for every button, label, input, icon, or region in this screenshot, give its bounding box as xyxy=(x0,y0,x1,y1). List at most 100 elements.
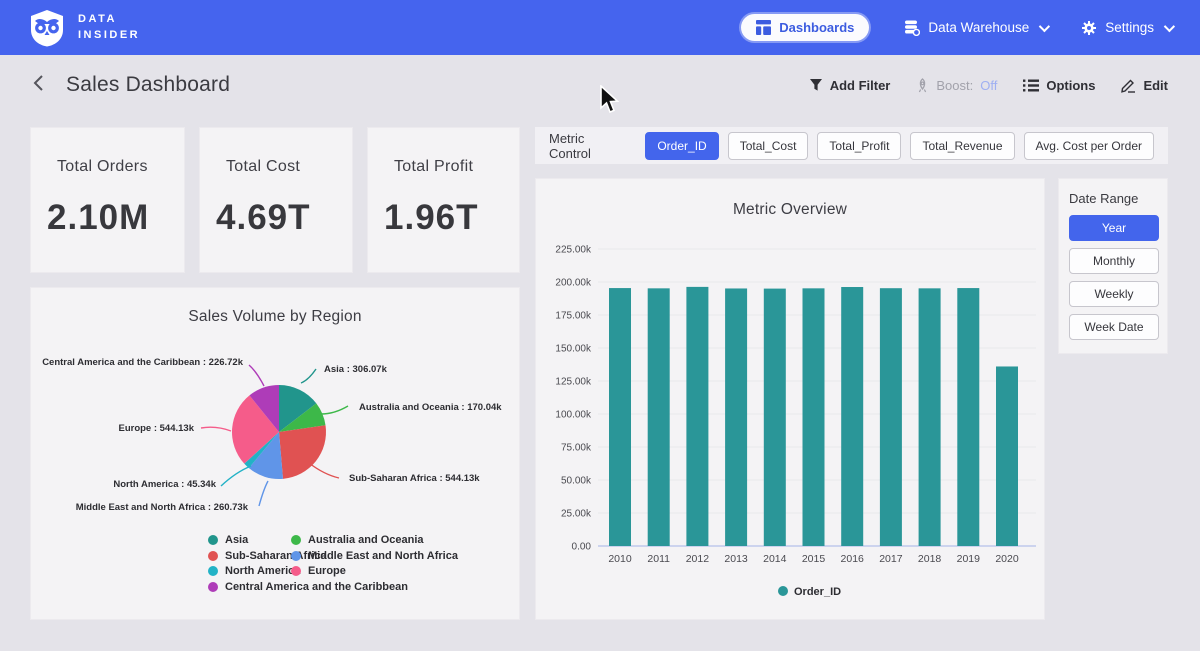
metric-option-total-profit[interactable]: Total_Profit xyxy=(817,132,901,160)
pie-callout-label-middle-east-and-north-africa: Middle East and North Africa : 260.73k xyxy=(76,502,248,513)
x-axis-tick-label: 2011 xyxy=(647,553,670,565)
pie-slice-sub-saharan-africa[interactable] xyxy=(279,425,326,479)
bar-2013[interactable] xyxy=(725,288,747,546)
database-icon xyxy=(903,19,920,36)
bar-chart-title: Metric Overview xyxy=(536,201,1044,219)
page-title: Sales Dashboard xyxy=(66,73,230,97)
chevron-down-icon xyxy=(1164,20,1175,31)
pie-callout-label-north-america: North America : 45.34k xyxy=(113,479,216,490)
pie-callout-line xyxy=(301,369,316,383)
date-option-week-date[interactable]: Week Date xyxy=(1069,314,1159,340)
kpi-card-total-cost: Total Cost 4.69T xyxy=(199,127,353,273)
bar-2017[interactable] xyxy=(880,288,902,546)
boost-state: Off xyxy=(980,78,997,93)
x-axis-tick-label: 2020 xyxy=(995,553,1019,565)
bar-2016[interactable] xyxy=(841,287,863,546)
nav-settings-menu[interactable]: Settings xyxy=(1081,20,1172,36)
y-axis-tick-label: 150.00k xyxy=(555,344,592,355)
add-filter-label: Add Filter xyxy=(830,78,891,93)
brand-line1: DATA xyxy=(78,12,140,28)
bar-2018[interactable] xyxy=(919,288,941,546)
y-axis-tick-label: 25.00k xyxy=(561,509,592,520)
bar-2020[interactable] xyxy=(996,366,1018,546)
edit-button[interactable]: Edit xyxy=(1121,78,1168,93)
pie-legend-item-central-america-and-the-caribbean: Central America and the Caribbean xyxy=(208,581,408,593)
x-axis-tick-label: 2019 xyxy=(957,553,981,565)
legend-dot xyxy=(208,566,218,576)
legend-label: Europe xyxy=(308,565,346,577)
kpi-value: 1.96T xyxy=(384,198,503,238)
brand: DATA INSIDER xyxy=(28,9,140,47)
back-button[interactable] xyxy=(32,74,44,96)
x-axis-tick-label: 2018 xyxy=(918,553,942,565)
bar-2015[interactable] xyxy=(803,288,825,546)
boost-label: Boost: xyxy=(936,78,973,93)
pie-legend-item-north-america: North America xyxy=(208,565,300,577)
nav-dashboards-button[interactable]: Dashboards xyxy=(741,14,869,41)
chevron-down-icon xyxy=(1039,20,1050,31)
metric-option-order-id[interactable]: Order_ID xyxy=(645,132,718,160)
legend-dot xyxy=(208,582,218,592)
edit-pencil-icon xyxy=(1121,78,1136,93)
boost-toggle[interactable]: Boost: Off xyxy=(916,78,997,93)
boost-rocket-icon xyxy=(916,78,929,93)
legend-label: Australia and Oceania xyxy=(308,534,424,546)
kpi-card-total-orders: Total Orders 2.10M xyxy=(30,127,185,273)
kpi-value: 2.10M xyxy=(47,198,168,238)
filter-funnel-icon xyxy=(809,78,823,92)
date-range-label: Date Range xyxy=(1069,191,1157,206)
pie-callout-line xyxy=(309,463,339,478)
dashboards-grid-icon xyxy=(756,20,771,35)
pie-legend-item-australia-and-oceania: Australia and Oceania xyxy=(291,534,424,546)
options-list-icon xyxy=(1023,79,1039,92)
kpi-label: Total Orders xyxy=(57,158,168,176)
metric-option-total-revenue[interactable]: Total_Revenue xyxy=(910,132,1014,160)
legend-dot xyxy=(778,586,788,596)
bar-chart: 225.00k200.00k175.00k150.00k125.00k100.0… xyxy=(536,219,1044,619)
x-axis-tick-label: 2017 xyxy=(879,553,903,565)
pie-callout-label-asia: Asia : 306.07k xyxy=(324,364,387,375)
pie-legend-item-asia: Asia xyxy=(208,534,248,546)
x-axis-tick-label: 2010 xyxy=(608,553,632,565)
metric-overview-panel: Metric Overview 225.00k200.00k175.00k150… xyxy=(535,178,1045,620)
date-option-monthly[interactable]: Monthly xyxy=(1069,248,1159,274)
bar-2019[interactable] xyxy=(957,288,979,546)
metric-control-bar: Metric Control Order_ID Total_Cost Total_P… xyxy=(535,127,1168,164)
y-axis-tick-label: 225.00k xyxy=(555,245,592,256)
nav-settings-label: Settings xyxy=(1105,20,1154,35)
options-button[interactable]: Options xyxy=(1023,78,1095,93)
x-axis-tick-label: 2015 xyxy=(802,553,826,565)
y-axis-tick-label: 75.00k xyxy=(561,443,592,454)
bar-2010[interactable] xyxy=(609,288,631,546)
x-axis-tick-label: 2012 xyxy=(686,553,710,565)
legend-label: Asia xyxy=(225,534,248,546)
y-axis-tick-label: 100.00k xyxy=(555,410,592,421)
metric-option-total-cost[interactable]: Total_Cost xyxy=(728,132,809,160)
options-label: Options xyxy=(1046,78,1095,93)
nav-data-warehouse-menu[interactable]: Data Warehouse xyxy=(903,19,1047,36)
metric-buttons-group: Order_ID Total_Cost Total_Profit Total_Reve… xyxy=(645,132,1154,160)
kpi-label: Total Cost xyxy=(226,158,336,176)
kpi-label: Total Profit xyxy=(394,158,503,176)
metric-control-label: Metric Control xyxy=(549,131,629,161)
edit-label: Edit xyxy=(1143,78,1168,93)
metric-option-avg-cost-per-order[interactable]: Avg. Cost per Order xyxy=(1024,132,1155,160)
y-axis-tick-label: 50.00k xyxy=(561,476,592,487)
kpi-value: 4.69T xyxy=(216,198,336,238)
bar-2011[interactable] xyxy=(648,288,670,546)
bar-2014[interactable] xyxy=(764,289,786,546)
nav-data-warehouse-label: Data Warehouse xyxy=(928,20,1029,35)
bar-2012[interactable] xyxy=(686,287,708,546)
pie-legend-item-middle-east-and-north-africa: Middle East and North Africa xyxy=(291,550,458,562)
pie-callout-line xyxy=(321,406,348,414)
legend-dot xyxy=(208,535,218,545)
add-filter-button[interactable]: Add Filter xyxy=(809,78,891,93)
page-header: Sales Dashboard Add Filter Boost: Off xyxy=(0,55,1200,115)
date-option-year[interactable]: Year xyxy=(1069,215,1159,241)
brand-line2: INSIDER xyxy=(78,28,140,44)
nav-dashboards-label: Dashboards xyxy=(779,20,854,35)
brand-text: DATA INSIDER xyxy=(78,12,140,44)
x-axis-tick-label: 2013 xyxy=(724,553,748,565)
date-option-weekly[interactable]: Weekly xyxy=(1069,281,1159,307)
x-axis-tick-label: 2016 xyxy=(841,553,865,565)
